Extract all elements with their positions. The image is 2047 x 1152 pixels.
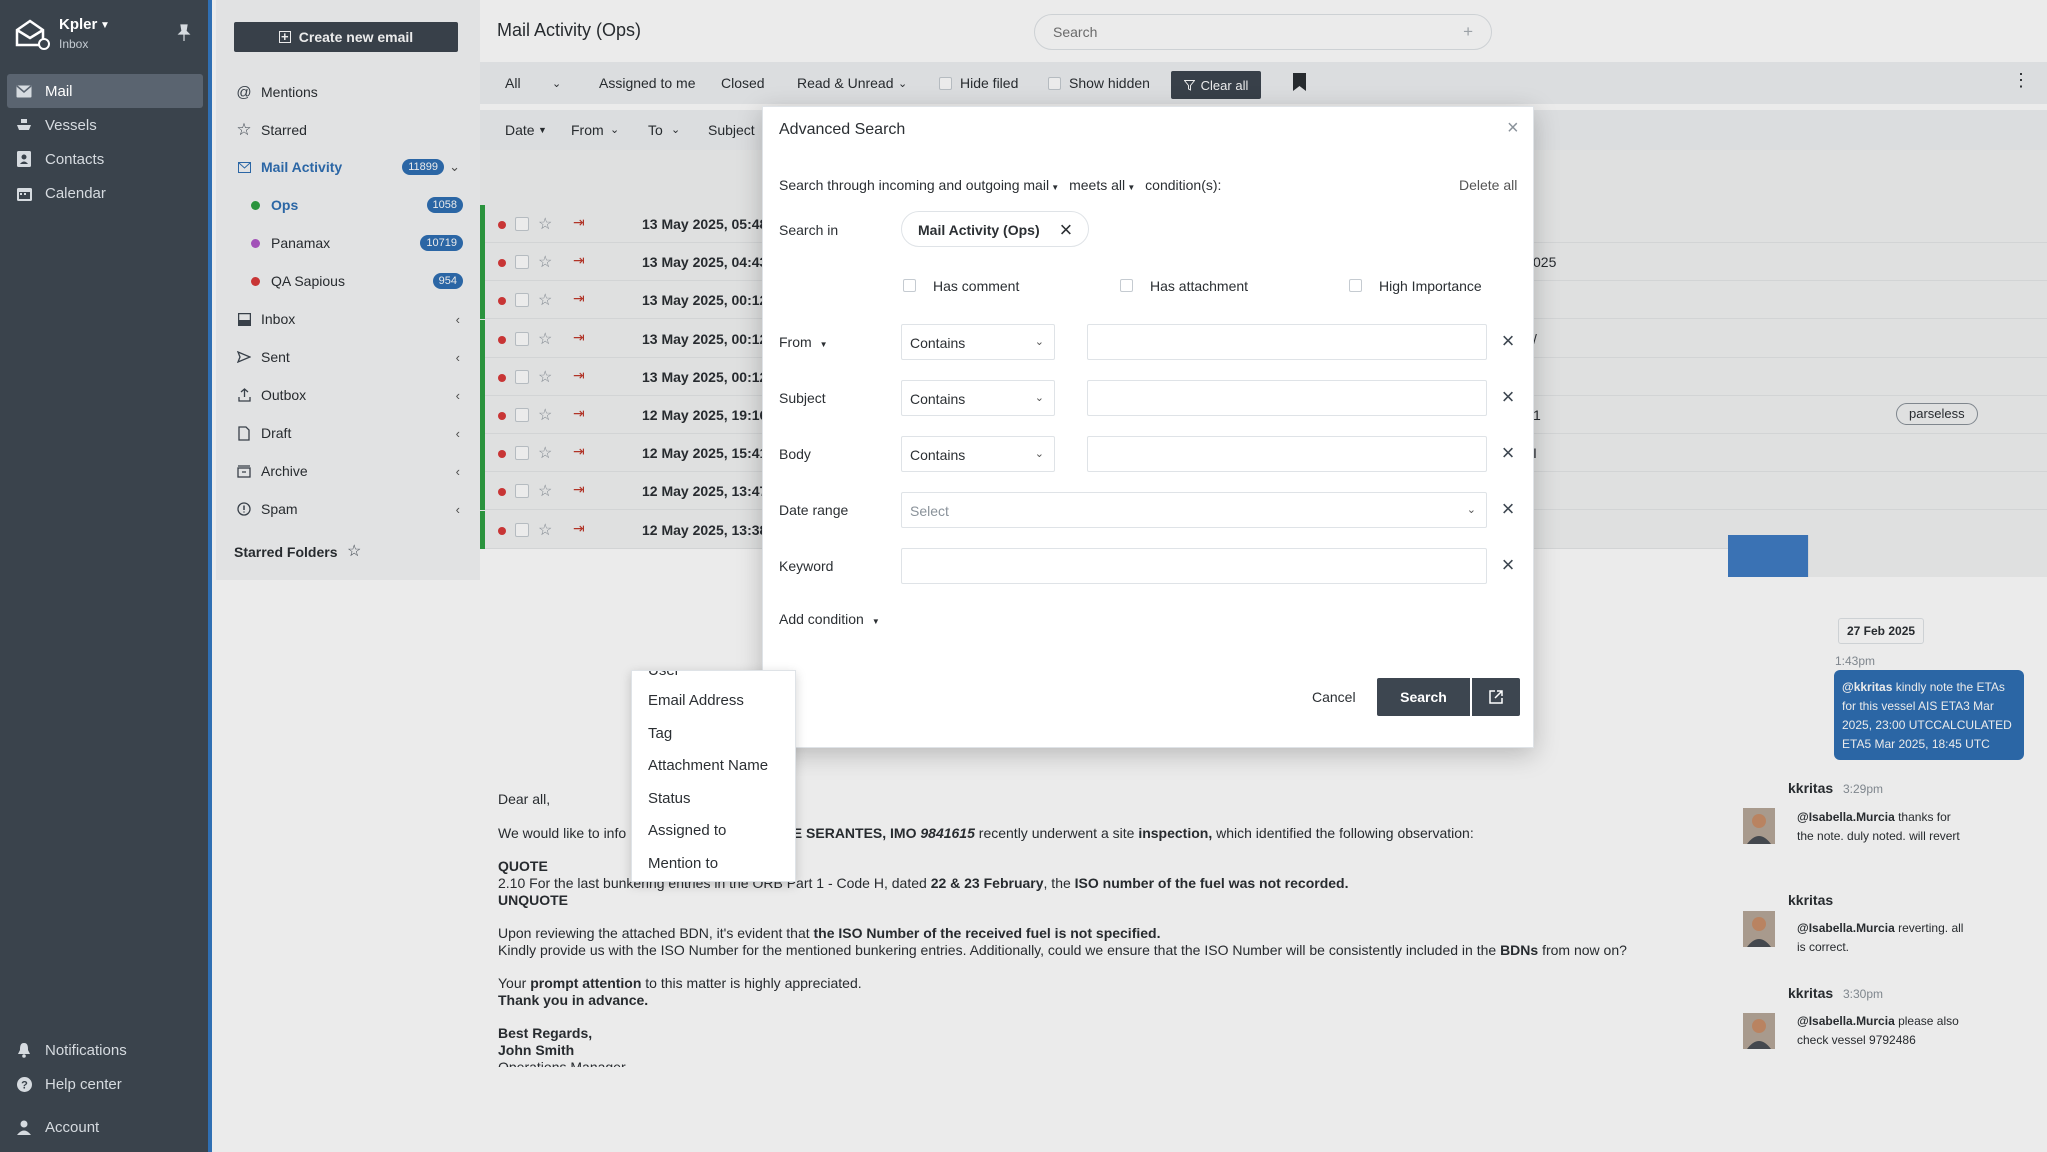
add-condition-dropdown[interactable]: Add condition ▼	[779, 611, 880, 627]
menu-item-mention-to[interactable]: Mention to	[648, 855, 718, 872]
date-range-label: Date range	[779, 502, 849, 518]
menu-item-status[interactable]: Status	[648, 790, 691, 807]
remove-condition-icon[interactable]: ×	[1499, 554, 1517, 576]
advanced-search-dialog: Advanced Search × Search through incomin…	[762, 106, 1534, 748]
from-operator-select[interactable]: Contains ⌄	[901, 324, 1055, 360]
keyword-input[interactable]	[901, 548, 1487, 584]
left-navigation: Kpler ▼ Inbox Mail Vessels Contacts Cale…	[0, 0, 212, 1152]
body-label: Body	[779, 446, 811, 462]
kpler-logo-icon[interactable]	[14, 18, 50, 50]
caret-down-icon[interactable]: ▼	[100, 20, 110, 31]
subject-label: Subject	[779, 390, 826, 406]
nav-label: Mail	[45, 82, 73, 100]
search-button[interactable]: Search	[1377, 678, 1470, 716]
match-mode-dropdown[interactable]: all ▼	[1111, 177, 1135, 193]
search-in-label: Search in	[779, 222, 839, 238]
menu-item-attachment-name[interactable]: Attachment Name	[648, 757, 768, 774]
chevron-down-icon: ⌄	[1034, 392, 1044, 404]
contacts-icon	[16, 151, 32, 167]
search-sentence: Search through incoming and outgoing mai…	[779, 177, 1222, 193]
caret-down-icon: ▼	[1049, 183, 1060, 192]
has-comment-label: Has comment	[933, 278, 1020, 294]
remove-condition-icon[interactable]: ×	[1499, 498, 1517, 520]
nav-label: Account	[45, 1118, 100, 1136]
pin-icon[interactable]	[176, 24, 192, 42]
remove-condition-icon[interactable]: ×	[1499, 442, 1517, 464]
svg-text:?: ?	[21, 1079, 28, 1091]
keyword-label: Keyword	[779, 558, 834, 574]
nav-label: Calendar	[45, 184, 106, 202]
external-link-icon	[1489, 690, 1503, 704]
body-value-input[interactable]	[1087, 436, 1487, 472]
subject-value-input[interactable]	[1087, 380, 1487, 416]
nav-item-contacts[interactable]: Contacts	[7, 142, 203, 176]
workspace-name[interactable]: Kpler	[59, 16, 97, 33]
search-in-chip[interactable]: Mail Activity (Ops) ×	[901, 211, 1090, 247]
nav-label: Notifications	[45, 1041, 127, 1059]
menu-item-assigned-to[interactable]: Assigned to	[648, 822, 726, 839]
from-value-input[interactable]	[1087, 324, 1487, 360]
menu-item-tag[interactable]: Tag	[648, 725, 672, 742]
nav-label: Help center	[45, 1075, 122, 1093]
chevron-down-icon: ⌄	[1034, 336, 1044, 348]
date-range-select[interactable]: Select ⌄	[901, 492, 1487, 528]
nav-item-account[interactable]: Account	[7, 1110, 203, 1144]
caret-down-icon: ▼	[1125, 183, 1136, 192]
nav-label: Contacts	[45, 150, 105, 168]
nav-item-mail[interactable]: Mail	[7, 74, 203, 108]
nav-item-vessels[interactable]: Vessels	[7, 108, 203, 142]
chevron-down-icon: ⌄	[1034, 448, 1044, 460]
user-icon	[16, 1119, 32, 1135]
has-attachment-label: Has attachment	[1150, 278, 1249, 294]
nav-item-calendar[interactable]: Calendar	[7, 176, 203, 210]
remove-condition-icon[interactable]: ×	[1499, 330, 1517, 352]
mail-icon	[16, 83, 32, 99]
calendar-icon	[16, 185, 32, 201]
from-field-dropdown[interactable]: From ▼	[779, 334, 828, 350]
menu-item-user[interactable]: User	[648, 671, 680, 679]
body-operator-select[interactable]: Contains ⌄	[901, 436, 1055, 472]
dialog-title: Advanced Search	[779, 121, 906, 138]
chevron-down-icon: ⌄	[1466, 504, 1476, 516]
remove-condition-icon[interactable]: ×	[1499, 386, 1517, 408]
has-attachment-checkbox[interactable]	[1120, 279, 1133, 292]
close-icon[interactable]: ×	[1060, 217, 1073, 242]
nav-item-help-center[interactable]: ? Help center	[7, 1067, 203, 1101]
menu-item-email-address[interactable]: Email Address	[648, 692, 744, 709]
caret-down-icon: ▼	[871, 617, 880, 626]
caret-down-icon: ▼	[819, 340, 828, 349]
ship-icon	[16, 117, 32, 133]
close-icon[interactable]: ×	[1507, 117, 1519, 140]
nav-label: Vessels	[45, 116, 97, 134]
bell-icon	[16, 1042, 32, 1058]
high-importance-checkbox[interactable]	[1349, 279, 1362, 292]
has-comment-checkbox[interactable]	[903, 279, 916, 292]
delete-all-link[interactable]: Delete all	[1459, 177, 1517, 193]
open-external-button[interactable]	[1472, 678, 1520, 716]
add-condition-menu: User Email Address Tag Attachment Name S…	[631, 670, 796, 882]
workspace-sub: Inbox	[59, 37, 89, 51]
nav-item-notifications[interactable]: Notifications	[7, 1033, 203, 1067]
cancel-button[interactable]: Cancel	[1312, 689, 1356, 705]
subject-operator-select[interactable]: Contains ⌄	[901, 380, 1055, 416]
high-importance-label: High Importance	[1379, 278, 1482, 294]
help-icon: ?	[16, 1076, 32, 1092]
mail-direction-dropdown[interactable]: incoming and outgoing mail ▼	[879, 177, 1060, 193]
